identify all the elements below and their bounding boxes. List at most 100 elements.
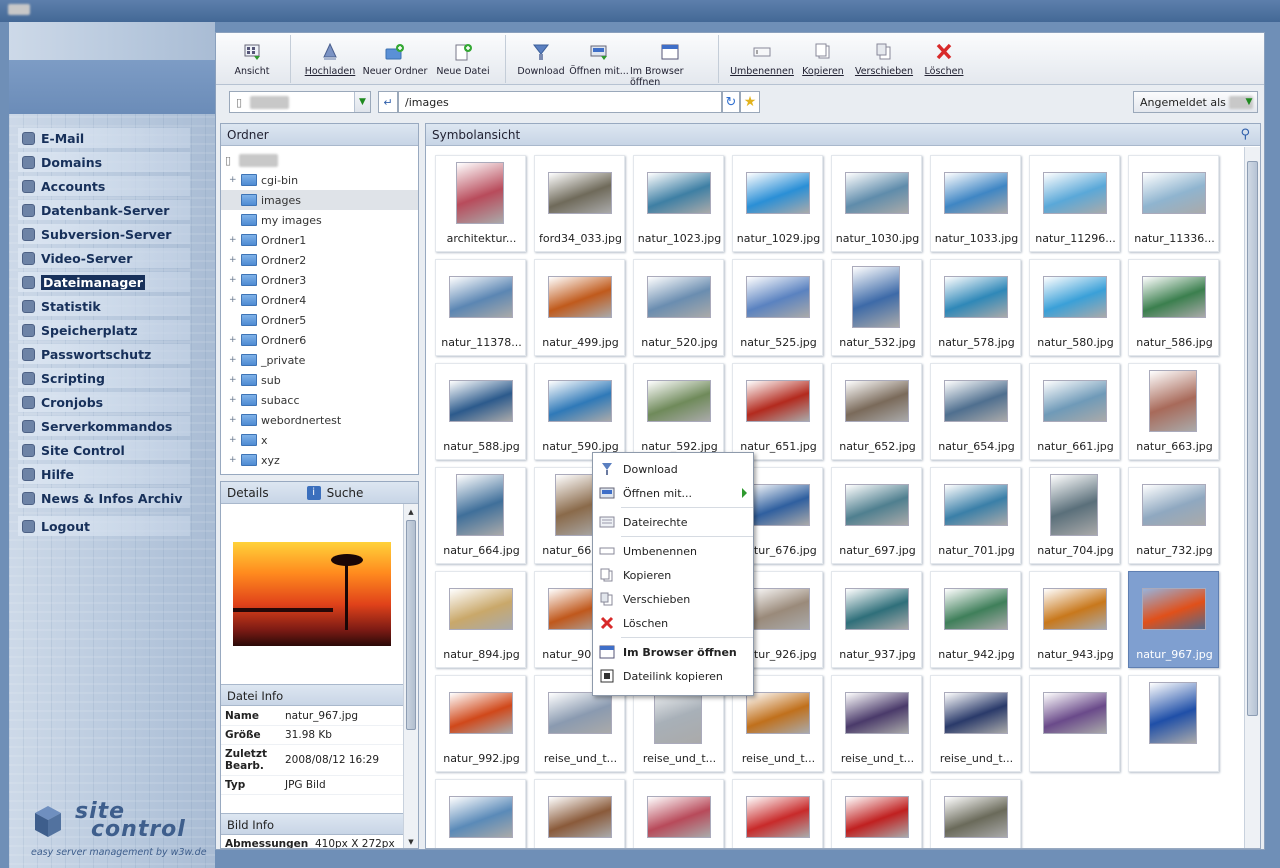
file-tile[interactable]: natur_520.jpg [633, 259, 724, 356]
path-input[interactable]: /images [398, 91, 722, 113]
file-tile[interactable]: natur_651.jpg [732, 363, 823, 460]
file-tile[interactable]: natur_942.jpg [930, 571, 1021, 668]
file-tile[interactable]: natur_732.jpg [1128, 467, 1219, 564]
tab-details[interactable]: Details [227, 486, 269, 500]
expand-icon[interactable]: + [229, 175, 239, 185]
file-tile[interactable]: natur_654.jpg [930, 363, 1021, 460]
file-tile[interactable] [732, 779, 823, 848]
folder-item[interactable]: + webordnertest [221, 410, 418, 430]
file-tile[interactable]: natur_894.jpg [435, 571, 526, 668]
file-tile[interactable]: natur_704.jpg [1029, 467, 1120, 564]
menu-item-rename[interactable]: Umbenennen [593, 539, 753, 563]
nav-item-passwortschutz[interactable]: Passwortschutz [18, 344, 190, 364]
parent-folder-button[interactable]: ↵ [378, 91, 398, 113]
file-tile[interactable]: ford34_033.jpg [534, 155, 625, 252]
tree-root[interactable]: ▯ xxxxxx [221, 150, 418, 170]
file-tile[interactable]: natur_1030.jpg [831, 155, 922, 252]
nav-item-accounts[interactable]: Accounts [18, 176, 190, 196]
folder-item[interactable]: + subacc [221, 390, 418, 410]
icon-view-scrollbar[interactable] [1244, 147, 1260, 848]
folder-item[interactable]: + xyz [221, 450, 418, 470]
logged-in-select[interactable]: Angemeldet als user ▼ [1133, 91, 1258, 113]
host-select[interactable]: ▯ xxxxxx ▼ [229, 91, 371, 113]
file-tile[interactable]: natur_1033.jpg [930, 155, 1021, 252]
file-tile[interactable]: natur_697.jpg [831, 467, 922, 564]
folder-item[interactable]: images [221, 190, 418, 210]
file-tile[interactable] [930, 779, 1021, 848]
file-tile[interactable]: natur_11378... [435, 259, 526, 356]
copy-button[interactable]: Kopieren [797, 33, 849, 77]
file-tile[interactable] [1029, 675, 1120, 772]
nav-item-video-server[interactable]: Video-Server [18, 248, 190, 268]
file-tile[interactable]: natur_592.jpg [633, 363, 724, 460]
zoom-icon[interactable]: ⚲ [1240, 127, 1250, 142]
nav-item-subversion-server[interactable]: Subversion-Server [18, 224, 190, 244]
tab-search[interactable]: Suche [327, 486, 364, 500]
file-tile[interactable]: natur_586.jpg [1128, 259, 1219, 356]
folder-item[interactable]: + sub [221, 370, 418, 390]
nav-item-e-mail[interactable]: E-Mail [18, 128, 190, 148]
file-tile[interactable]: natur_1023.jpg [633, 155, 724, 252]
file-tile[interactable]: natur_701.jpg [930, 467, 1021, 564]
menu-item-browser[interactable]: Im Browser öffnen [593, 640, 753, 664]
expand-icon[interactable]: + [229, 355, 239, 365]
expand-icon[interactable]: + [229, 295, 239, 305]
new-folder-button[interactable]: Neuer Ordner [361, 33, 429, 77]
file-tile[interactable] [1128, 675, 1219, 772]
refresh-button[interactable]: ↻ [722, 91, 740, 113]
expand-icon[interactable]: + [229, 275, 239, 285]
delete-button[interactable]: Löschen [919, 33, 969, 77]
file-tile[interactable]: natur_663.jpg [1128, 363, 1219, 460]
file-tile[interactable]: natur_588.jpg [435, 363, 526, 460]
icon-view-scroll-thumb[interactable] [1247, 161, 1258, 716]
expand-icon[interactable]: + [229, 455, 239, 465]
move-button[interactable]: Verschieben [849, 33, 919, 77]
file-tile[interactable]: natur_992.jpg [435, 675, 526, 772]
file-tile[interactable]: natur_937.jpg [831, 571, 922, 668]
expand-icon[interactable]: + [229, 395, 239, 405]
nav-item-site-control[interactable]: Site Control [18, 440, 190, 460]
folder-item[interactable]: + Ordner1 [221, 230, 418, 250]
nav-item-statistik[interactable]: Statistik [18, 296, 190, 316]
file-tile[interactable]: natur_664.jpg [435, 467, 526, 564]
folder-item[interactable]: + Ordner4 [221, 290, 418, 310]
expand-icon[interactable]: + [229, 335, 239, 345]
menu-item-delete[interactable]: Löschen [593, 611, 753, 635]
file-tile[interactable]: natur_499.jpg [534, 259, 625, 356]
file-tile[interactable]: architektur... [435, 155, 526, 252]
file-tile[interactable]: natur_652.jpg [831, 363, 922, 460]
folder-item[interactable]: + Ordner2 [221, 250, 418, 270]
rename-button[interactable]: Umbenennen [727, 33, 797, 77]
nav-item-cronjobs[interactable]: Cronjobs [18, 392, 190, 412]
file-tile[interactable]: natur_532.jpg [831, 259, 922, 356]
open-with-button[interactable]: Öffnen mit... [568, 33, 630, 77]
file-tile[interactable]: natur_11336... [1128, 155, 1219, 252]
file-tile[interactable]: reise_und_t... [831, 675, 922, 772]
menu-item-link[interactable]: Dateilink kopieren [593, 664, 753, 688]
chevron-down-icon[interactable]: ▼ [354, 92, 370, 112]
file-tile[interactable]: natur_967.jpg [1128, 571, 1219, 668]
menu-item-move[interactable]: Verschieben [593, 587, 753, 611]
file-tile[interactable] [435, 779, 526, 848]
file-tile[interactable] [633, 779, 724, 848]
folder-item[interactable]: + cgi-bin [221, 170, 418, 190]
folder-item[interactable]: my images [221, 210, 418, 230]
menu-item-download[interactable]: Download [593, 457, 753, 481]
file-tile[interactable]: natur_580.jpg [1029, 259, 1120, 356]
nav-item-datenbank-server[interactable]: Datenbank-Server [18, 200, 190, 220]
file-tile[interactable]: natur_943.jpg [1029, 571, 1120, 668]
nav-item-speicherplatz[interactable]: Speicherplatz [18, 320, 190, 340]
folder-item[interactable]: + x [221, 430, 418, 450]
expand-icon[interactable]: + [229, 415, 239, 425]
favorites-button[interactable]: ★ [740, 91, 760, 113]
file-tile[interactable]: natur_578.jpg [930, 259, 1021, 356]
details-scrollbar[interactable]: ▲ ▼ [403, 504, 418, 848]
chevron-down-icon[interactable]: ▼ [1241, 92, 1257, 112]
file-tile[interactable] [534, 779, 625, 848]
nav-item-logout[interactable]: Logout [18, 516, 190, 536]
folder-item[interactable]: + Ordner6 [221, 330, 418, 350]
upload-button[interactable]: Hochladen [299, 33, 361, 77]
nav-item-domains[interactable]: Domains [18, 152, 190, 172]
file-tile[interactable]: natur_590.jpg [534, 363, 625, 460]
folder-item[interactable]: + _private [221, 350, 418, 370]
